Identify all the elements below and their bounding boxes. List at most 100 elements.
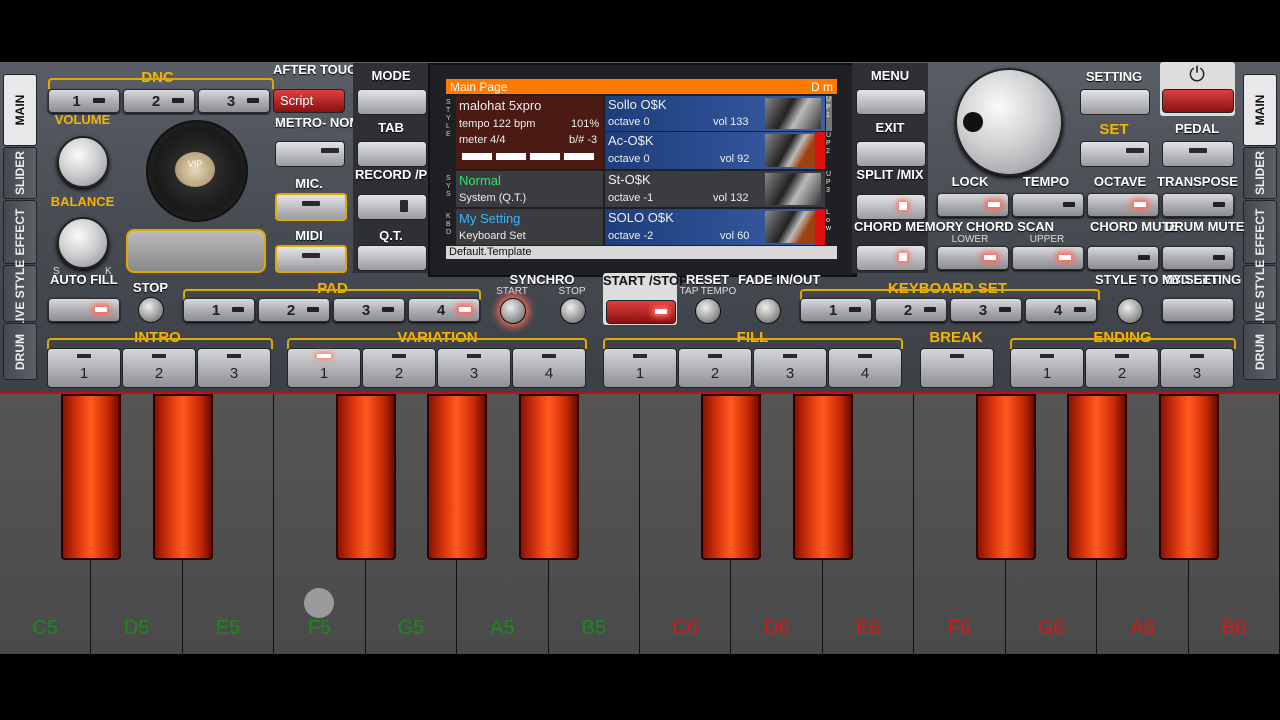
power-button[interactable] bbox=[1162, 89, 1234, 113]
script-button[interactable]: Script bbox=[273, 89, 345, 113]
voice-up1[interactable]: Sollo O$K octave 0 vol 133 bbox=[605, 96, 825, 131]
pedal-label: PEDAL bbox=[1174, 121, 1220, 136]
synchro-start-button[interactable] bbox=[500, 298, 526, 324]
record-play-button[interactable] bbox=[357, 194, 427, 220]
up3-tag: U P 3 bbox=[826, 171, 832, 194]
dnc-button-1[interactable]: 1 bbox=[48, 89, 120, 113]
pad-button-1[interactable]: 1 bbox=[183, 298, 255, 322]
intro-button-2[interactable]: 2 bbox=[122, 348, 196, 388]
pedal-button[interactable] bbox=[1162, 141, 1234, 167]
tab-drum-left[interactable]: DRUM bbox=[3, 323, 37, 380]
black-key-dsharp5[interactable] bbox=[152, 394, 213, 560]
stop-button[interactable] bbox=[138, 297, 164, 323]
dnc-button-2[interactable]: 2 bbox=[123, 89, 195, 113]
up1-tag: U P 1 bbox=[826, 96, 832, 131]
dnc-button-3[interactable]: 3 bbox=[198, 89, 270, 113]
keyboard-set-button-2[interactable]: 2 bbox=[875, 298, 947, 322]
chord-memory-button[interactable] bbox=[856, 245, 926, 271]
chord-scan-lower-button[interactable] bbox=[937, 246, 1009, 270]
chord-mute-button[interactable] bbox=[1087, 246, 1159, 270]
power-icon[interactable]: ⏻ bbox=[1186, 64, 1208, 86]
voice-low[interactable]: SOLO O$K octave -2 vol 60 bbox=[605, 209, 825, 245]
fade-label: FADE IN/OUT bbox=[738, 272, 821, 287]
lock-button[interactable] bbox=[937, 193, 1009, 217]
vip-pad[interactable] bbox=[126, 229, 266, 273]
variation-button-1[interactable]: 1 bbox=[287, 348, 361, 388]
mic-button[interactable] bbox=[275, 193, 347, 221]
led bbox=[1074, 307, 1086, 312]
black-key-dsharp6[interactable] bbox=[792, 394, 853, 560]
black-key-csharp5[interactable] bbox=[61, 394, 122, 560]
black-key-asharp5[interactable] bbox=[518, 394, 579, 560]
ending-button-1[interactable]: 1 bbox=[1010, 348, 1084, 388]
transpose-button[interactable] bbox=[1162, 193, 1234, 217]
midi-button[interactable] bbox=[275, 245, 347, 273]
mode-button[interactable] bbox=[357, 89, 427, 115]
tab-effect-left[interactable]: EFFECT bbox=[3, 200, 37, 264]
fill-button-1[interactable]: 1 bbox=[603, 348, 677, 388]
synchro-stop-button[interactable] bbox=[560, 298, 586, 324]
tab-slider-left[interactable]: SLIDER bbox=[3, 147, 37, 199]
start-stop-button[interactable] bbox=[606, 300, 676, 324]
pad-button-3[interactable]: 3 bbox=[333, 298, 405, 322]
voice-up2[interactable]: Ac-O$K octave 0 vol 92 bbox=[605, 132, 825, 169]
ending-button-3[interactable]: 3 bbox=[1160, 348, 1234, 388]
chord-scan-upper-button[interactable] bbox=[1012, 246, 1084, 270]
balance-knob[interactable] bbox=[57, 217, 109, 269]
split-mix-button[interactable] bbox=[856, 194, 926, 220]
tab-effect-right[interactable]: EFFECT bbox=[1243, 200, 1277, 264]
tempo-button[interactable] bbox=[1012, 193, 1084, 217]
auto-fill-button[interactable] bbox=[48, 298, 120, 322]
metronome-button[interactable] bbox=[275, 141, 345, 167]
fill-button-2[interactable]: 2 bbox=[678, 348, 752, 388]
variation-button-4[interactable]: 4 bbox=[512, 348, 586, 388]
black-key-csharp6[interactable] bbox=[701, 394, 762, 560]
key-note-label: G6 bbox=[1037, 617, 1065, 639]
keyboard-set-panel[interactable]: My Setting Keyboard Set bbox=[456, 209, 603, 245]
synchro-label: SYNCHRO bbox=[509, 272, 575, 287]
tab-live-style-right[interactable]: LIVE STYLE bbox=[1243, 259, 1277, 328]
qt-button[interactable] bbox=[357, 245, 427, 271]
keyboard-set-button-4[interactable]: 4 bbox=[1025, 298, 1097, 322]
tab-main-right[interactable]: MAIN bbox=[1243, 74, 1277, 146]
synchro-stop-label: STOP bbox=[558, 286, 586, 297]
voice-up3[interactable]: St-O$K octave -1 vol 132 bbox=[605, 171, 825, 207]
intro-button-1[interactable]: 1 bbox=[47, 348, 121, 388]
style-to-kbd-button[interactable] bbox=[1117, 298, 1143, 324]
exit-button[interactable] bbox=[856, 141, 926, 167]
break-button[interactable] bbox=[920, 348, 994, 388]
tab-slider-right[interactable]: SLIDER bbox=[1243, 147, 1277, 199]
system-panel[interactable]: Normal System (Q.T.) bbox=[456, 171, 603, 207]
intro-button-3[interactable]: 3 bbox=[197, 348, 271, 388]
my-setting-button[interactable] bbox=[1162, 298, 1234, 322]
pad-button-2[interactable]: 2 bbox=[258, 298, 330, 322]
setting-button[interactable] bbox=[1080, 89, 1150, 115]
black-key-gsharp5[interactable] bbox=[427, 394, 488, 560]
black-key-fsharp5[interactable] bbox=[335, 394, 396, 560]
black-key-fsharp6[interactable] bbox=[975, 394, 1036, 560]
key-note-label: G5 bbox=[397, 617, 425, 639]
fill-button-4[interactable]: 4 bbox=[828, 348, 902, 388]
ending-button-2[interactable]: 2 bbox=[1085, 348, 1159, 388]
volume-knob[interactable] bbox=[57, 136, 109, 188]
reset-button[interactable] bbox=[695, 298, 721, 324]
black-key-asharp6[interactable] bbox=[1158, 394, 1219, 560]
keyboard-set-button-3[interactable]: 3 bbox=[950, 298, 1022, 322]
drum-mute-button[interactable] bbox=[1162, 246, 1234, 270]
octave-button[interactable] bbox=[1087, 193, 1159, 217]
variation-button-2[interactable]: 2 bbox=[362, 348, 436, 388]
tab-button[interactable] bbox=[357, 141, 427, 167]
fill-button-3[interactable]: 3 bbox=[753, 348, 827, 388]
tab-drum-right[interactable]: DRUM bbox=[1243, 323, 1277, 380]
variation-button-3[interactable]: 3 bbox=[437, 348, 511, 388]
menu-button[interactable] bbox=[856, 89, 926, 115]
led bbox=[899, 253, 907, 261]
style-panel[interactable]: malohat 5xpro tempo 122 bpm 101% meter 4… bbox=[456, 96, 603, 169]
pad-button-4[interactable]: 4 bbox=[408, 298, 480, 322]
fade-button[interactable] bbox=[755, 298, 781, 324]
keyboard-set-button-1[interactable]: 1 bbox=[800, 298, 872, 322]
set-button[interactable] bbox=[1080, 141, 1150, 167]
tab-main-left[interactable]: MAIN bbox=[3, 74, 37, 146]
black-key-gsharp6[interactable] bbox=[1067, 394, 1128, 560]
tab-live-style-left[interactable]: LIVE STYLE bbox=[3, 259, 37, 328]
